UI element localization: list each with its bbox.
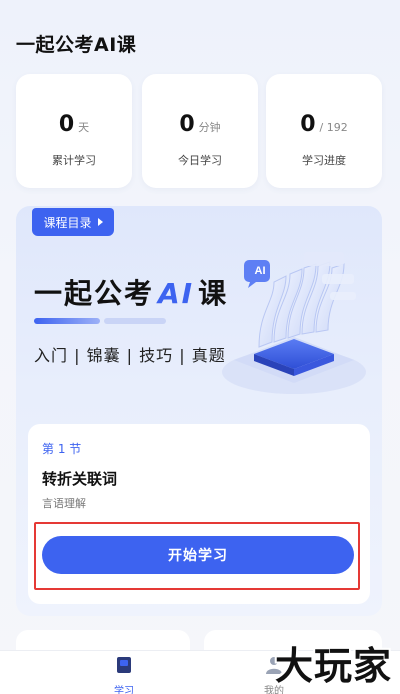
lesson-number: 第 1 节 xyxy=(42,442,82,456)
course-illustration xyxy=(222,252,366,394)
hero-title-pre: 一起公考 xyxy=(34,277,155,310)
stat-value: 0 xyxy=(300,112,316,137)
watermark: 大玩家 xyxy=(274,644,392,688)
stat-card-today-minutes: 0 分钟 今日学习 xyxy=(142,74,258,188)
stat-label: 今日学习 xyxy=(178,154,222,167)
hero-title: 一起公考 AI 课 xyxy=(34,272,228,312)
play-arrow-icon xyxy=(97,218,103,226)
stat-unit: 分钟 xyxy=(198,121,221,134)
stat-unit: / 192 xyxy=(319,121,348,134)
course-catalog-button[interactable]: 课程目录 xyxy=(32,208,114,236)
stat-card-total-days: 0天 累计学习 xyxy=(16,74,132,188)
book-icon xyxy=(117,657,131,673)
lesson-category: 言语理解 xyxy=(42,497,86,510)
stat-label: 累计学习 xyxy=(52,154,96,167)
catalog-label: 课程目录 xyxy=(43,215,92,230)
stat-card-progress: 0/ 192 学习进度 xyxy=(266,74,382,188)
stat-unit: 天 xyxy=(78,121,90,134)
start-learning-button[interactable]: 开始学习 xyxy=(42,536,354,574)
lesson-panel: 第 1 节 转折关联词 言语理解 开始学习 xyxy=(28,424,370,604)
illustration-ai-badge: AI xyxy=(254,265,266,277)
tab-label: 学习 xyxy=(114,686,134,694)
hero-underline xyxy=(34,318,100,324)
lesson-title: 转折关联词 xyxy=(42,470,118,488)
hero-subtitle: 入门 | 锦囊 | 技巧 | 真题 xyxy=(34,346,226,365)
stat-value: 0 xyxy=(179,112,195,137)
hero-title-ai: AI xyxy=(158,277,195,310)
tab-study[interactable]: 学习 xyxy=(94,655,154,694)
hero-underline-secondary xyxy=(104,318,166,324)
stat-value: 0 xyxy=(58,112,75,137)
stats-row: 0天 累计学习 0 分钟 今日学习 0/ 192 学习进度 xyxy=(16,74,384,188)
course-card: 课程目录 一起公考 AI 课 入门 | 锦囊 | 技巧 | 真题 AI 第 1 … xyxy=(16,206,382,616)
app-title: 一起公考AI课 xyxy=(16,34,137,56)
stat-label: 学习进度 xyxy=(302,154,346,167)
